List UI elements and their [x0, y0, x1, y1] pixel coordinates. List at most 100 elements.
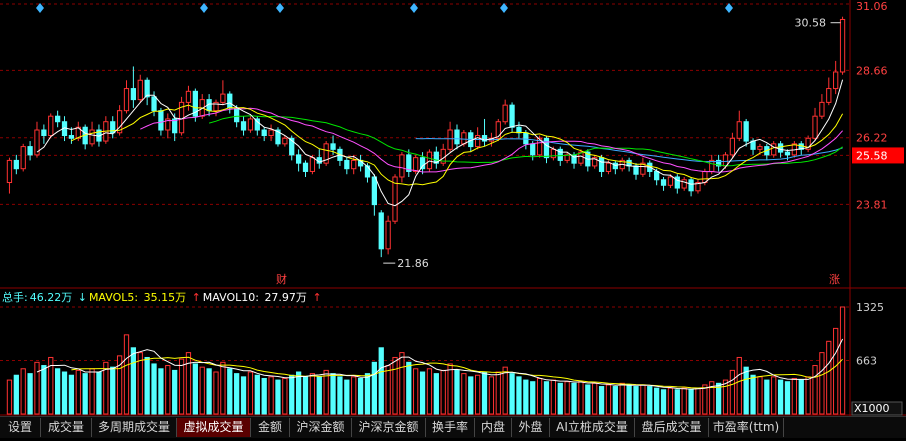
candle-up: [247, 118, 254, 131]
candle-down: [419, 157, 426, 170]
volume-bar-down: [557, 382, 563, 415]
candle-up: [351, 159, 357, 170]
volume-bar-down: [234, 373, 240, 415]
volume-tick-label: 1325: [856, 301, 884, 314]
volume-bar-down: [660, 389, 667, 415]
volume-bar-up: [819, 352, 825, 415]
candle-down: [13, 159, 19, 170]
volume-bar-up: [178, 358, 185, 415]
volume-bar-up: [812, 365, 818, 415]
candle-down: [158, 110, 164, 131]
candle-down: [234, 107, 240, 123]
candle-down: [688, 179, 694, 192]
volume-bar-down: [151, 363, 157, 415]
candle-down: [633, 165, 639, 175]
tab-pe-ttm[interactable]: 市盈率(ttm): [709, 418, 784, 437]
tab-after-hours-volume[interactable]: 盘后成交量: [635, 418, 709, 437]
candle-up: [89, 129, 95, 145]
volume-bar-down: [654, 387, 660, 415]
volume-bar-down: [192, 363, 198, 415]
volume-bar-down: [13, 374, 19, 415]
tab-outer-volume[interactable]: 外盘: [512, 418, 550, 437]
tab-settings[interactable]: 设置: [0, 418, 41, 437]
candle-down: [654, 170, 660, 181]
candle-up: [729, 137, 736, 156]
tab-ai-volume[interactable]: AI立桩成交量: [550, 418, 635, 437]
price-tick-label: 26.22: [856, 132, 888, 145]
volume-bar-down: [130, 347, 137, 415]
price-tick-label: 31.06: [856, 0, 888, 13]
volume-bar-down: [330, 373, 336, 415]
tab-volume[interactable]: 成交量: [41, 418, 92, 437]
candle-up: [48, 115, 54, 137]
volume-bar-up: [247, 371, 254, 415]
volume-bar-up: [536, 377, 543, 415]
candle-up: [461, 132, 467, 145]
volume-bar-down: [337, 376, 343, 415]
candle-down: [743, 121, 749, 142]
volume-bar-down: [206, 368, 212, 415]
volume-bar-down: [27, 373, 33, 415]
volume-bar-down: [454, 369, 460, 415]
volume-bar-down: [543, 381, 550, 415]
ma5-line: [36, 79, 844, 207]
volume-unit-label: X1000: [854, 402, 890, 415]
volume-bar-down: [585, 384, 591, 415]
candle-up: [681, 179, 687, 189]
volume-bar-down: [626, 384, 632, 415]
candle-down: [41, 129, 47, 137]
candle-down: [378, 212, 384, 250]
tab-inner-volume[interactable]: 内盘: [475, 418, 512, 437]
volume-bar-down: [798, 379, 804, 415]
tab-sh-sz-amount[interactable]: 沪深金额: [290, 418, 352, 437]
volume-bar-down: [302, 376, 309, 415]
volume-bar-down: [468, 376, 474, 415]
mavol10-trend-up-icon: ↑: [312, 291, 322, 304]
volume-bar-up: [123, 334, 130, 415]
candle-down: [523, 132, 529, 145]
volume-bar-up: [605, 384, 612, 415]
volume-bar-up: [578, 381, 584, 415]
tab-multi-period-volume[interactable]: 多周期成交量: [92, 418, 177, 437]
mavol10-label: MAVOL10:: [202, 291, 259, 304]
volume-bar-down: [764, 379, 770, 415]
volume-bar-down: [289, 374, 295, 415]
volume-bar-up: [826, 340, 832, 415]
candle-up: [123, 88, 130, 112]
volume-bar-down: [530, 381, 536, 415]
candle-up: [736, 121, 742, 139]
candle-down: [330, 143, 336, 150]
candle-up: [550, 148, 557, 159]
tab-turnover-rate[interactable]: 换手率: [426, 418, 475, 437]
volume-bar-down: [784, 381, 791, 415]
volume-bar-up: [399, 352, 405, 415]
volume-bar-up: [667, 387, 674, 415]
volume-tick-label: 663: [856, 354, 877, 367]
volume-bar-up: [20, 368, 26, 415]
event-label-zhang: 涨: [829, 273, 840, 286]
volume-bar-up: [323, 369, 329, 415]
candle-up: [282, 137, 288, 145]
tab-virtual-volume[interactable]: 虚拟成交量: [177, 418, 251, 437]
candle-up: [502, 104, 508, 123]
price-tick-label: 25.58: [856, 149, 888, 162]
volume-bar-down: [68, 374, 75, 415]
total-volume-value: 46.22万: [29, 291, 73, 304]
volume-bar-down: [378, 347, 384, 415]
volume-bar-down: [364, 373, 371, 415]
volume-bar-up: [6, 379, 13, 415]
volume-bar-up: [426, 368, 433, 415]
volume-bar-up: [199, 366, 205, 415]
candle-up: [268, 129, 274, 137]
candle-down: [509, 104, 515, 128]
candle-up: [667, 176, 674, 186]
volume-bar-down: [82, 373, 88, 415]
volume-bar-down: [61, 371, 68, 415]
candle-up: [137, 79, 143, 101]
candle-down: [612, 162, 618, 170]
tab-sh-sz-bj-amount[interactable]: 沪深京金额: [352, 418, 426, 437]
volume-bar-down: [433, 373, 439, 415]
volume-bar-up: [771, 376, 777, 415]
tab-amount[interactable]: 金额: [251, 418, 290, 437]
stock-chart[interactable]: 31.06 28.66 26.22 25.58 23.81 1325 663 X1000 30.…: [0, 0, 906, 437]
